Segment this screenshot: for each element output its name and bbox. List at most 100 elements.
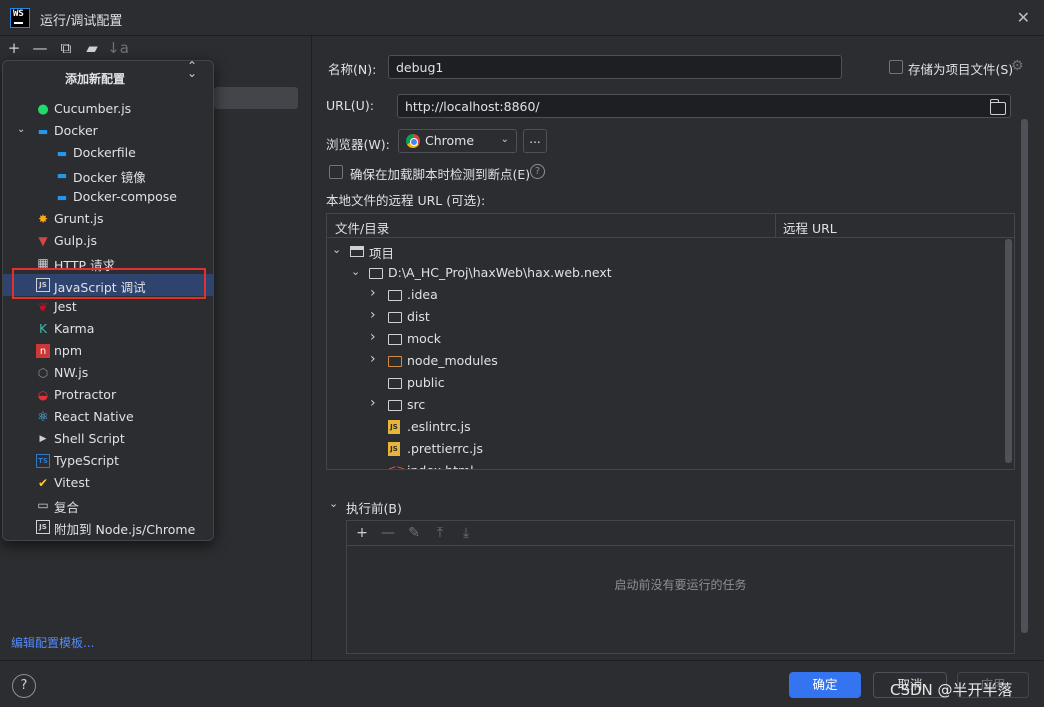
empty-tasks-text: 启动前没有要运行的任务: [614, 578, 747, 592]
config-type-item[interactable]: ▬ Docker-compose: [3, 186, 213, 208]
file-label: .eslintrc.js: [407, 419, 471, 434]
config-type-item[interactable]: ✸ Grunt.js: [3, 208, 213, 230]
config-type-item[interactable]: TS TypeScript: [3, 450, 213, 472]
table-row[interactable]: › node_modules: [327, 350, 1002, 372]
add-icon[interactable]: +: [4, 38, 24, 58]
config-type-item[interactable]: ▼ Gulp.js: [3, 230, 213, 252]
move-up-icon[interactable]: ⤒: [431, 524, 449, 542]
selected-config-row[interactable]: [214, 87, 298, 109]
name-field[interactable]: [388, 55, 842, 79]
collapse-icon[interactable]: ⌃ ⌄: [187, 60, 197, 79]
cucumber-icon: ●: [37, 101, 49, 117]
table-row[interactable]: <>index.html: [327, 460, 1002, 470]
close-icon[interactable]: ✕: [1017, 8, 1030, 27]
config-type-item[interactable]: ◒ Protractor: [3, 384, 213, 406]
add-task-icon[interactable]: +: [353, 524, 371, 542]
config-type-label: Grunt.js: [54, 211, 104, 226]
folder-icon[interactable]: [990, 99, 1006, 115]
chevron-down-icon[interactable]: ⌄: [17, 124, 25, 135]
table-row[interactable]: ⌄ D:\A_HC_Proj\haxWeb\hax.web.next: [327, 262, 1002, 284]
config-type-label: Gulp.js: [54, 233, 97, 248]
table-row[interactable]: ⌄ 项目: [327, 240, 1002, 262]
config-details-panel: 名称(N): 存储为项目文件(S) ⚙ URL(U): 浏览器(W): Chro…: [313, 36, 1044, 660]
table-row[interactable]: public: [327, 372, 1002, 394]
url-field[interactable]: [397, 94, 1011, 118]
column-remote-url[interactable]: 远程 URL: [783, 218, 837, 237]
new-folder-icon[interactable]: ▰: [82, 38, 102, 58]
config-type-item[interactable]: ▬ Dockerfile: [3, 142, 213, 164]
column-separator[interactable]: [775, 214, 776, 238]
config-type-item[interactable]: ▶ Shell Script: [3, 428, 213, 450]
ok-button[interactable]: 确定: [789, 672, 861, 698]
window-title: 运行/调试配置: [40, 14, 123, 29]
config-type-item[interactable]: ❦ Jest: [3, 296, 213, 318]
tasks-toolbar: + — ✎ ⤒ ⤓: [347, 521, 1014, 546]
table-row[interactable]: › mock: [327, 328, 1002, 350]
browser-select[interactable]: Chrome ⌄: [398, 129, 517, 153]
chevron-right-icon[interactable]: ›: [370, 329, 376, 345]
config-type-item[interactable]: ● Cucumber.js: [3, 98, 213, 120]
gear-icon[interactable]: ⚙: [1011, 58, 1024, 74]
config-type-label: TypeScript: [54, 453, 119, 468]
config-type-item[interactable]: ▬ Docker 镜像: [3, 164, 213, 186]
chevron-down-icon[interactable]: ⌄: [351, 265, 360, 278]
chevron-right-icon[interactable]: ›: [370, 285, 376, 301]
config-type-label: Docker 镜像: [73, 170, 146, 185]
typescript-icon: TS: [36, 454, 50, 468]
config-type-label: 复合: [54, 500, 80, 515]
chevron-down-icon[interactable]: ⌄: [332, 243, 341, 256]
remove-icon[interactable]: —: [30, 38, 50, 58]
chevron-down-icon: ⌄: [500, 134, 509, 145]
react-icon: ⚛: [37, 409, 49, 425]
chevron-right-icon[interactable]: ›: [370, 351, 376, 367]
ensure-breakpoints-checkbox[interactable]: [329, 165, 343, 179]
chrome-icon: [406, 134, 420, 148]
table-scrollbar[interactable]: [1005, 239, 1012, 463]
panel-scrollbar[interactable]: [1021, 119, 1028, 633]
config-type-item[interactable]: ⬡ NW.js: [3, 362, 213, 384]
remove-task-icon[interactable]: —: [379, 524, 397, 542]
chevron-right-icon[interactable]: ›: [370, 307, 376, 323]
html-file-icon: <>: [388, 464, 405, 470]
chevron-down-icon[interactable]: ⌄: [329, 497, 338, 510]
docker-icon: ▬: [56, 146, 68, 160]
config-type-item[interactable]: ✔ Vitest: [3, 472, 213, 494]
config-type-label: Docker: [54, 123, 98, 138]
config-type-label: 附加到 Node.js/Chrome: [54, 522, 196, 537]
attach-node-icon: JS: [36, 520, 50, 534]
watermark: CSDN @半开半落: [890, 681, 1013, 699]
browser-more-button[interactable]: ...: [523, 129, 547, 153]
help-icon[interactable]: ?: [530, 164, 545, 179]
config-type-item[interactable]: JS 附加到 Node.js/Chrome: [3, 516, 213, 538]
config-type-label: Cucumber.js: [54, 101, 132, 116]
remote-urls-table: 文件/目录 远程 URL ⌄ 项目 ⌄ D:\A_HC_Proj\haxWeb\hax…: [326, 213, 1015, 470]
table-row[interactable]: › .idea: [327, 284, 1002, 306]
add-configuration-popup: 添加新配置 ⌃ ⌄ ● Cucumber.js ⌄ ▬ Docker ▬ Dockerfile…: [2, 60, 214, 541]
protractor-icon: ◒: [37, 388, 49, 402]
table-row[interactable]: JS .eslintrc.js: [327, 416, 1002, 438]
config-type-item[interactable]: K Karma: [3, 318, 213, 340]
config-type-item[interactable]: n npm: [3, 340, 213, 362]
config-type-item[interactable]: ⌄ ▬ Docker: [3, 120, 213, 142]
config-type-item[interactable]: ⚛ React Native: [3, 406, 213, 428]
help-button[interactable]: ?: [12, 674, 36, 698]
before-launch-title[interactable]: 执行前(B): [346, 498, 402, 517]
table-row[interactable]: › src: [327, 394, 1002, 416]
copy-icon[interactable]: ⧉: [56, 38, 76, 58]
move-down-icon[interactable]: ⤓: [457, 524, 475, 542]
ensure-breakpoints-label: 确保在加载脚本时检测到断点(E): [350, 167, 531, 182]
config-type-label: NW.js: [54, 365, 89, 380]
nwjs-icon: ⬡: [37, 366, 49, 380]
npm-icon: n: [36, 344, 50, 358]
chevron-right-icon[interactable]: ›: [370, 395, 376, 411]
folder-icon: [388, 312, 402, 323]
column-file[interactable]: 文件/目录: [335, 218, 389, 237]
config-type-item[interactable]: ▭ 复合: [3, 494, 213, 516]
sort-icon[interactable]: ↓a: [107, 38, 129, 58]
edit-templates-link[interactable]: 编辑配置模板...: [11, 634, 94, 651]
config-type-label: Vitest: [54, 475, 90, 490]
store-project-file-checkbox[interactable]: [889, 60, 903, 74]
edit-task-icon[interactable]: ✎: [405, 524, 423, 542]
table-row[interactable]: › dist: [327, 306, 1002, 328]
table-row[interactable]: JS .prettierrc.js: [327, 438, 1002, 460]
